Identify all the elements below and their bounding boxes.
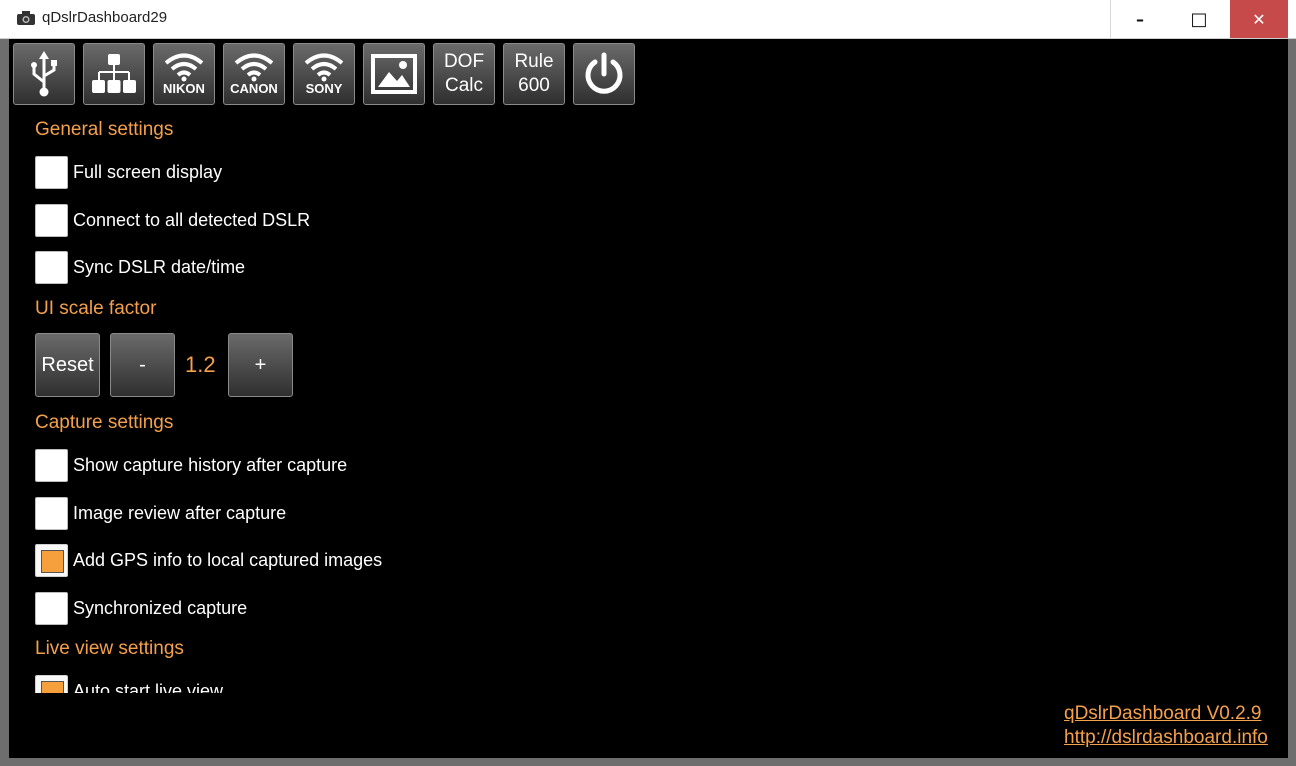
network-connect-button[interactable] [83, 43, 145, 105]
image-viewer-button[interactable] [363, 43, 425, 105]
image-review-row[interactable]: Image review after capture [35, 495, 286, 531]
scroll-clip: Auto start live view [9, 667, 609, 693]
rule-600-button[interactable]: Rule 600 [503, 43, 565, 105]
ui-scale-title: UI scale factor [35, 298, 157, 319]
wifi-canon-label: CANON [230, 81, 278, 96]
show-history-row[interactable]: Show capture history after capture [35, 447, 347, 483]
capture-settings-title: Capture settings [35, 412, 174, 433]
rule-600-label-line2: 600 [518, 75, 550, 96]
gps-info-label: Add GPS info to local captured images [73, 549, 383, 570]
rule-600-label-line1: Rule [514, 51, 554, 72]
connect-all-checkbox[interactable] [35, 203, 68, 237]
minimize-icon: – [1136, 9, 1144, 29]
sync-datetime-label: Sync DSLR date/time [73, 256, 246, 277]
gps-info-row[interactable]: Add GPS info to local captured images [35, 542, 382, 578]
maximize-icon: □ [1190, 8, 1208, 30]
full-screen-checkbox[interactable] [35, 155, 68, 189]
connect-all-row[interactable]: Connect to all detected DSLR [35, 202, 310, 238]
dof-calc-button[interactable]: DOF Calc [433, 43, 495, 105]
connect-all-label: Connect to all detected DSLR [73, 209, 311, 230]
show-history-label: Show capture history after capture [73, 454, 348, 475]
wifi-icon [164, 53, 204, 82]
scale-reset-button[interactable]: Reset [35, 333, 100, 397]
wifi-canon-button[interactable]: CANON [223, 43, 285, 105]
scale-minus-button[interactable]: - [110, 333, 175, 397]
wifi-sony-button[interactable]: SONY [293, 43, 355, 105]
camera-icon [17, 11, 35, 25]
general-settings-title: General settings [35, 119, 174, 140]
wifi-nikon-label: NIKON [163, 81, 205, 96]
auto-liveview-checkbox[interactable] [35, 674, 68, 693]
sync-capture-checkbox[interactable] [35, 591, 68, 625]
scale-value: 1.2 [185, 352, 216, 377]
close-icon: ✕ [1252, 9, 1266, 29]
wifi-nikon-button[interactable]: NIKON [153, 43, 215, 105]
usb-icon [31, 51, 57, 97]
power-button[interactable] [573, 43, 635, 105]
image-review-checkbox[interactable] [35, 496, 68, 530]
dof-calc-label-line2: Calc [444, 75, 483, 96]
sync-datetime-checkbox[interactable] [35, 250, 68, 284]
auto-liveview-row[interactable]: Auto start live view [35, 673, 223, 693]
image-icon [371, 54, 417, 94]
network-icon [92, 54, 136, 93]
wifi-sony-label: SONY [305, 81, 343, 96]
usb-connect-button[interactable] [13, 43, 75, 105]
close-button[interactable]: ✕ [1230, 0, 1288, 38]
wifi-icon [234, 53, 274, 82]
full-screen-label: Full screen display [73, 161, 223, 182]
scale-plus-button[interactable]: + [228, 333, 293, 397]
minimize-button[interactable]: – [1110, 0, 1169, 38]
main-panel: NIKON CANON SONY DOF Calc Rule 600 Gener… [9, 39, 1288, 758]
show-history-checkbox[interactable] [35, 448, 68, 482]
image-review-label: Image review after capture [73, 502, 287, 523]
auto-liveview-label: Auto start live view [73, 680, 224, 694]
sync-capture-row[interactable]: Synchronized capture [35, 590, 247, 626]
sync-datetime-row[interactable]: Sync DSLR date/time [35, 249, 245, 285]
window-title: qDslrDashboard29 [42, 9, 168, 26]
maximize-button[interactable]: □ [1170, 0, 1228, 38]
sync-capture-label: Synchronized capture [73, 597, 248, 618]
website-link[interactable]: http://dslrdashboard.info [1064, 727, 1268, 749]
full-screen-row[interactable]: Full screen display [35, 154, 222, 190]
power-icon [585, 52, 623, 94]
version-link[interactable]: qDslrDashboard V0.2.9 [1064, 703, 1262, 725]
wifi-icon [304, 53, 344, 82]
liveview-settings-title: Live view settings [35, 638, 184, 659]
gps-info-checkbox[interactable] [35, 543, 68, 577]
title-bar: qDslrDashboard29 – □ ✕ [0, 0, 1296, 39]
dof-calc-label-line1: DOF [443, 51, 485, 72]
